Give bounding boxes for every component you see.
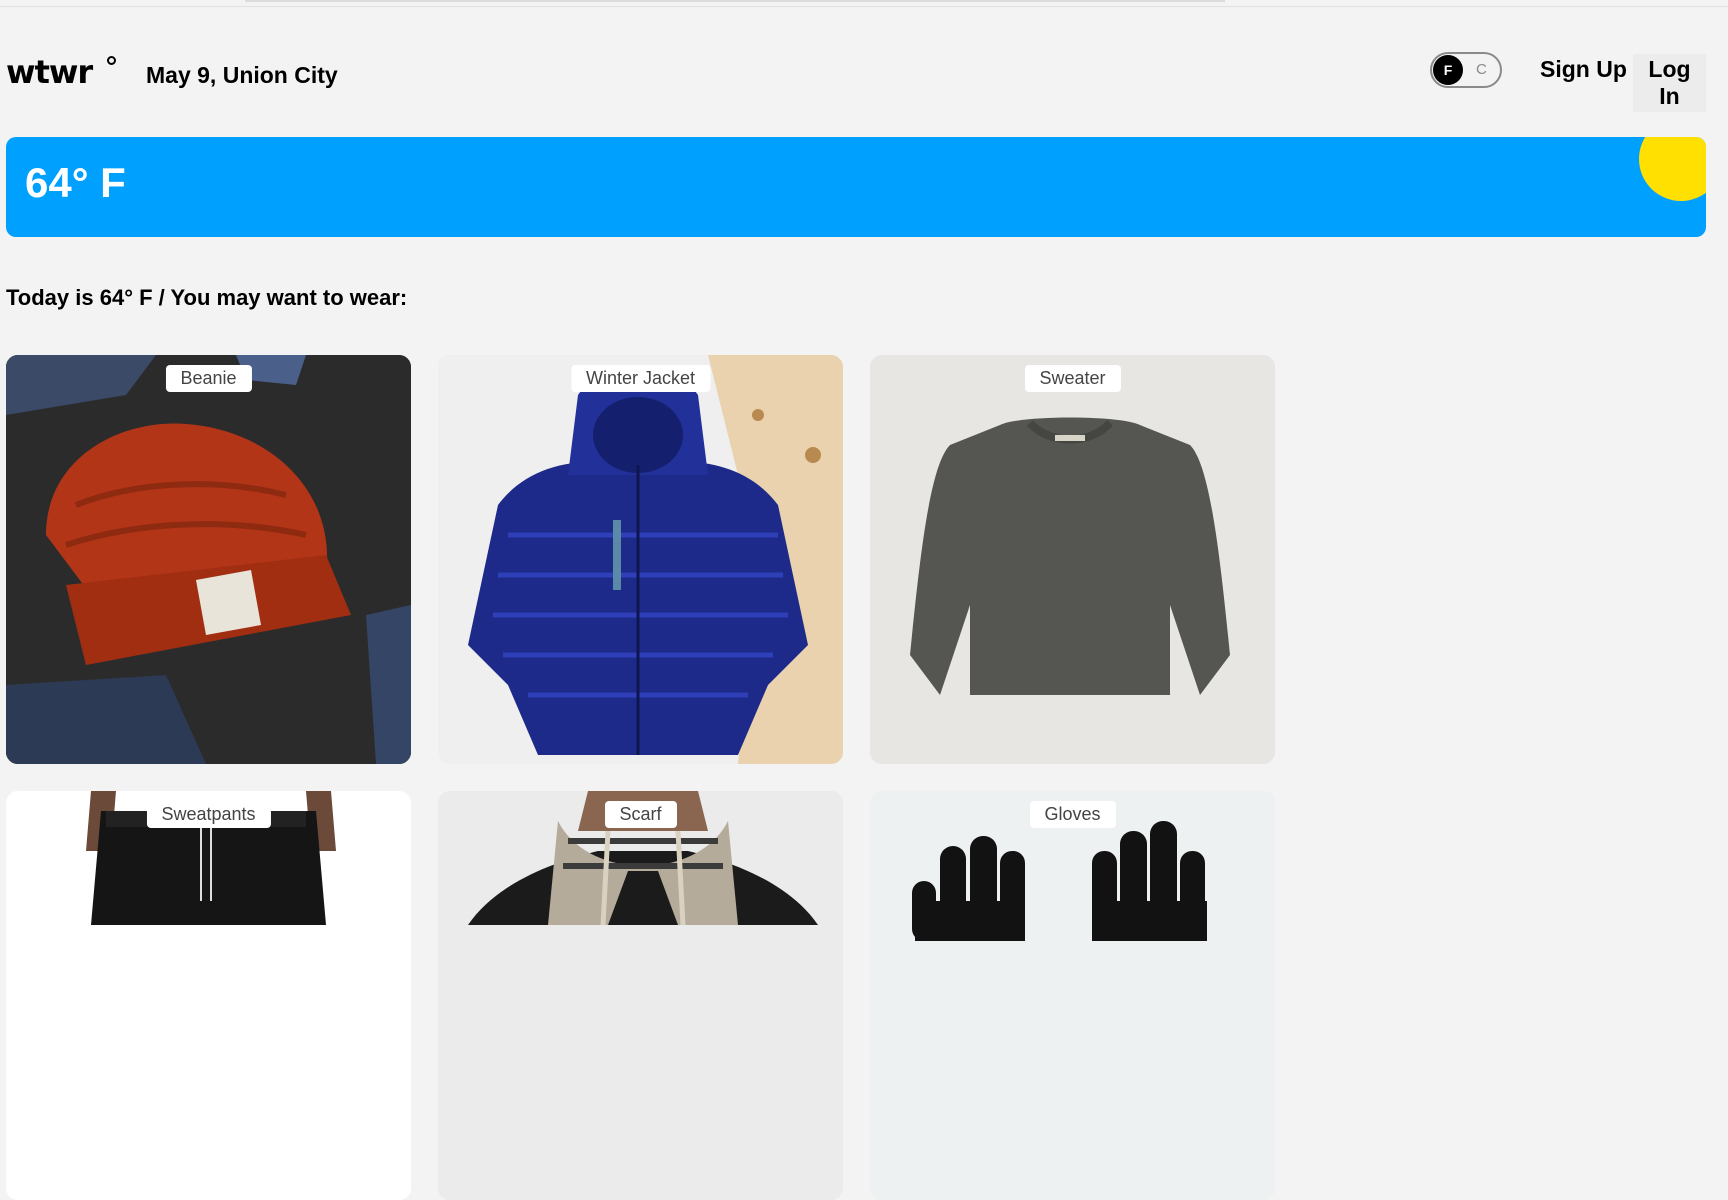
item-card-scarf[interactable]: Scarf [438, 791, 843, 1200]
toggle-inactive-unit: C [1476, 61, 1487, 78]
grey-sweater-icon [870, 355, 1275, 764]
item-label: Gloves [1029, 801, 1116, 828]
temperature-unit-toggle[interactable]: F C [1430, 52, 1502, 88]
recommendation-text: Today is 64° F / You may want to wear: [6, 285, 408, 310]
site-header: wtwr May 9, Union City F C Sign Up Log I… [6, 50, 1706, 112]
blue-puffer-jacket-icon [438, 355, 843, 764]
item-label: Winter Jacket [570, 365, 711, 392]
sun-icon [1639, 137, 1706, 201]
plaid-scarf-icon [438, 791, 843, 1200]
item-card-sweater[interactable]: Sweater [870, 355, 1275, 764]
sign-up-button[interactable]: Sign Up [1536, 54, 1631, 85]
item-label: Scarf [604, 801, 677, 828]
browser-top-edge [0, 0, 1728, 7]
item-card-winter-jacket[interactable]: Winter Jacket [438, 355, 843, 764]
log-in-button[interactable]: Log In [1633, 54, 1706, 112]
weather-temperature: 64° F [25, 159, 126, 206]
item-card-sweatpants[interactable]: Sweatpants [6, 791, 411, 1200]
item-label: Beanie [165, 365, 252, 392]
item-card-beanie[interactable]: Beanie [6, 355, 411, 764]
logo-degree-mark [107, 56, 116, 65]
item-label: Sweatpants [146, 801, 271, 828]
item-card-gloves[interactable]: Gloves [870, 791, 1275, 1200]
black-gloves-icon [870, 791, 1275, 1200]
logo[interactable]: wtwr [6, 50, 93, 94]
date-location: May 9, Union City [146, 62, 338, 88]
black-sweatpants-icon [6, 791, 411, 1200]
red-beanie-icon [6, 355, 411, 764]
toggle-active-unit: F [1433, 55, 1463, 85]
weather-card: 64° F [6, 137, 1706, 237]
item-label: Sweater [1024, 365, 1121, 392]
